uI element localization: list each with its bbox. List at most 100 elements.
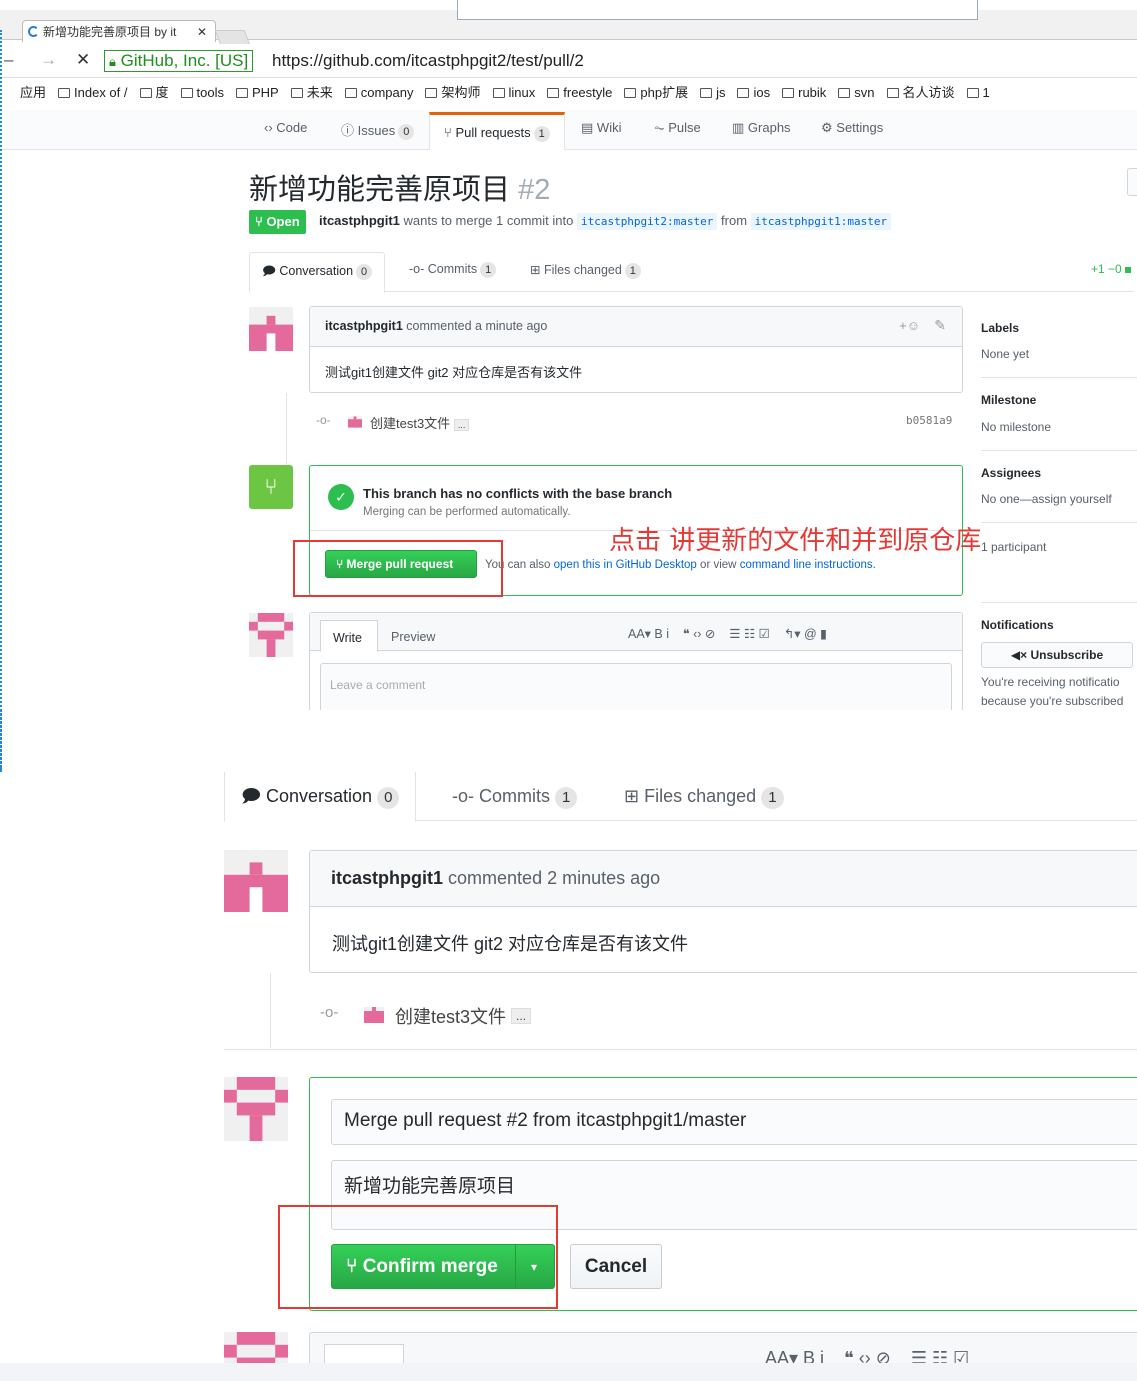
markdown-toolbar[interactable]: AA▾ B i ❝ ‹› ⊘ ☰ ☷ ☑ ↰▾ @ ▮ [628,626,827,641]
open-desktop-link[interactable]: open this in GitHub Desktop [554,559,697,571]
folder-icon [966,88,979,98]
bookmark-item[interactable]: svn [838,85,875,100]
avatar[interactable] [224,1077,288,1141]
new-comment-box: AA▾ B i ❝ ‹› ⊘ ☰ ☷ ☑ [309,1332,1137,1363]
commit-message[interactable]: 创建test3文件 ... [370,413,470,432]
commit-sha[interactable]: b0581a9 [906,414,952,427]
commit-expand-button[interactable]: ... [511,1008,532,1024]
bookmark-label: js [716,85,726,100]
url-field[interactable]: https://github.com/itcastphpgit2/test/pu… [272,51,584,71]
avatar[interactable] [224,850,288,912]
bookmark-item[interactable]: php扩展 [624,82,688,101]
command-line-link[interactable]: command line instructions. [740,559,876,571]
diffstat-block-icon [1125,267,1131,273]
bookmark-label: tools [196,85,224,100]
tab-conversation[interactable]: 🗩︎ Conversation 0 [224,772,417,822]
bookmark-item[interactable]: 未来 [290,82,333,101]
pr-author-link[interactable]: itcastphpgit1 [319,213,400,228]
cancel-button[interactable]: Cancel [570,1244,662,1289]
bookmark-item[interactable]: company [344,85,413,100]
stop-icon[interactable]: ✕ [76,50,90,70]
unsubscribe-button[interactable]: ◀× Unsubscribe [981,642,1133,668]
comment-textarea[interactable]: Leave a comment [320,663,952,710]
pulls-count: 1 [533,126,550,142]
find-bar[interactable] [457,0,978,20]
bookmark-item[interactable]: js [700,85,725,100]
avatar[interactable] [249,613,293,657]
avatar[interactable] [224,1332,288,1363]
back-icon[interactable]: – [4,50,13,70]
pr-merge-text: wants to merge 1 commit into [403,213,574,228]
tab-pulse[interactable]: ⏦ Pulse [654,120,701,136]
preview-tab[interactable]: Preview [391,630,435,644]
bookmark-item[interactable]: linux [492,85,535,100]
tab-commits[interactable]: -o- Commits 1 [452,786,578,809]
bookmark-item[interactable]: 应用 [20,82,46,101]
bookmark-list: 应用 Index of / 度 tools PHP 未来 company 架构师 linux fr… [20,82,1002,101]
bookmark-item[interactable]: 名人访谈 [886,82,955,101]
bookmark-item[interactable]: freestyle [547,85,612,100]
pencil-icon[interactable]: ✎ [934,317,946,334]
git-commit-icon: -o- [452,786,474,806]
folder-icon [290,88,303,98]
bookmark-item[interactable]: tools [180,85,224,100]
timeline-line [270,973,271,1048]
write-tab[interactable]: Write [320,620,378,652]
assignees-heading[interactable]: Assignees [981,466,1041,480]
folder-icon [547,88,560,98]
tab-files-changed[interactable]: ⊞ Files changed 1 [530,262,641,279]
pr-number: #2 [518,174,551,206]
commit-message[interactable]: 创建test3文件 ... [395,1003,532,1029]
merge-status-title: This branch has no conflicts with the ba… [363,486,673,501]
mute-icon: ◀× [1010,648,1028,662]
bookmark-item[interactable]: PHP [235,85,279,100]
close-tab-icon[interactable]: ✕ [197,21,207,42]
commit-expand-button[interactable]: ... [453,419,470,431]
labels-heading[interactable]: Labels [981,321,1019,335]
tab-commits[interactable]: -o- Commits 1 [409,262,497,278]
bookmark-item[interactable]: Index of / [58,85,128,100]
commit-message-text: 创建test3文件 [370,416,451,431]
comment-author[interactable]: itcastphpgit1 [331,868,443,888]
tab-conversation[interactable]: 🗩︎ Conversation 0 [249,252,386,293]
assignees-value[interactable]: No one—assign yourself [981,492,1112,506]
bookmark-item[interactable]: ios [737,85,770,100]
comment-author[interactable]: itcastphpgit1 [325,319,403,333]
milestone-heading[interactable]: Milestone [981,393,1036,407]
forward-icon[interactable]: → [40,50,57,70]
browser-tab[interactable]: 新增功能完善原项目 by it ✕ [22,20,216,42]
tab-graphs[interactable]: ▥ Graphs [732,120,791,136]
base-branch[interactable]: itcastphpgit2:master [576,213,718,230]
bookmark-label: 应用 [20,85,47,100]
comment-box: itcastphpgit1 commented a minute ago +☺ … [309,306,963,393]
bookmark-item[interactable]: 1 [966,85,990,100]
merge-title-input[interactable]: Merge pull request #2 from itcastphpgit1… [331,1099,1137,1145]
head-branch[interactable]: itcastphpgit1:master [750,213,892,230]
bookmark-item[interactable]: 度 [139,82,169,101]
merge-hint: You can also open this in GitHub Desktop… [485,559,876,571]
folder-icon [886,88,899,98]
tab-wiki[interactable]: ▤ Wiki [581,120,621,136]
notification-text-1: You're receiving notificatio [981,675,1120,689]
avatar[interactable] [249,307,293,351]
add-reaction-icon[interactable]: +☺ [899,318,920,333]
tab-pull-requests[interactable]: ⑂ Pull requests 1 [429,112,565,150]
tab-settings[interactable]: ⚙ Settings [821,120,883,136]
diffstat: +1 −0 [1091,262,1131,276]
comment-meta: itcastphpgit1 commented 2 minutes ago [331,868,660,889]
write-tab[interactable] [324,1344,404,1363]
tab-issues[interactable]: ⓘ Issues 0 [341,120,415,140]
edit-title-button[interactable] [1127,168,1137,196]
tab-code[interactable]: ‹› Code [264,120,307,135]
markdown-toolbar[interactable]: AA▾ B i ❝ ‹› ⊘ ☰ ☷ ☑ [765,1348,969,1363]
gear-icon: ⚙ [821,120,833,135]
diffstat-text: +1 −0 [1090,262,1122,276]
secure-badge[interactable]: 🔒︎ GitHub, Inc. [US] [104,50,254,72]
labels-value: None yet [981,347,1030,361]
tab-files-changed[interactable]: ⊞ Files changed 1 [624,786,784,809]
commit-avatar[interactable] [348,416,362,428]
bookmark-item[interactable]: rubik [782,85,826,100]
commit-avatar[interactable] [364,1007,384,1023]
loading-spinner-icon [28,26,39,37]
bookmark-item[interactable]: 架构师 [425,82,481,101]
